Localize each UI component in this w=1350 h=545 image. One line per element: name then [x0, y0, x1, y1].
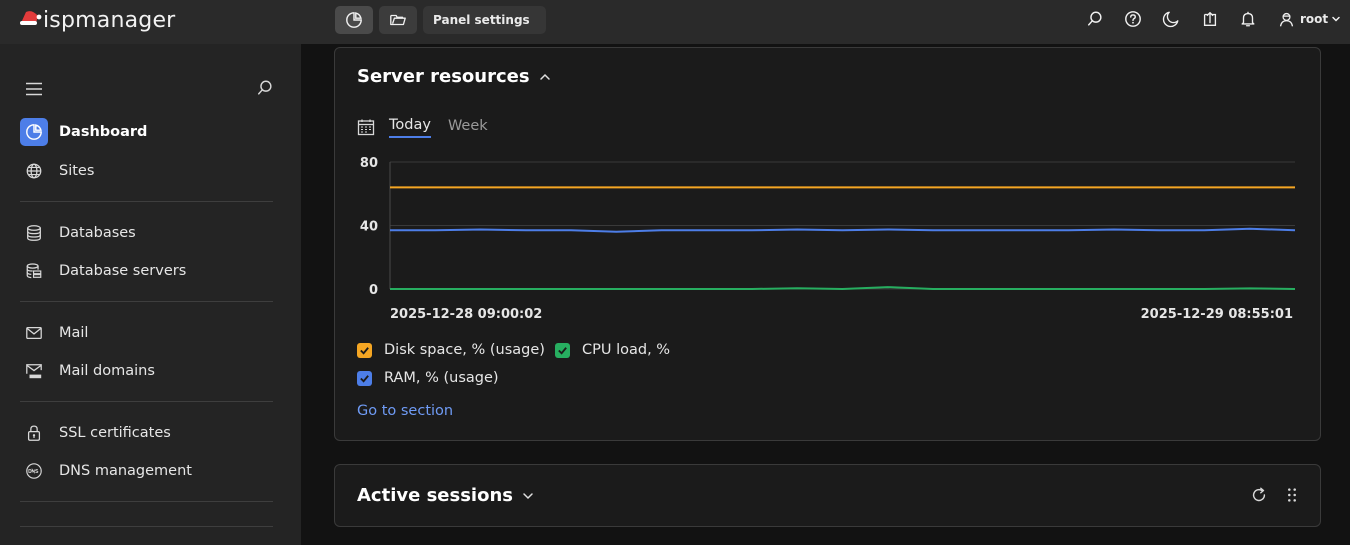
dns-icon [20, 457, 48, 485]
globe-icon [20, 157, 48, 185]
ram-checkbox[interactable] [357, 370, 372, 386]
sidebar-item-label: Sites [59, 163, 95, 179]
resources-chart: 80 40 0 2025-12-28 09:00:02 2025-12-29 08:55… [360, 156, 1296, 322]
help-icon[interactable] [1123, 9, 1143, 29]
sidebar-item-dashboard[interactable]: Dashboard [20, 118, 147, 146]
user-name: root [1300, 12, 1329, 26]
chevron-down-icon [523, 492, 533, 499]
sidebar-divider [20, 401, 273, 402]
server-resources-card: Server resources Today Week 80 40 0 2025-12… [334, 47, 1321, 441]
cpu-load-checkbox[interactable] [555, 342, 570, 358]
y-tick-label: 0 [369, 283, 378, 298]
y-tick-label: 80 [360, 156, 378, 171]
sidebar-search-icon[interactable] [256, 79, 274, 97]
menu-icon[interactable] [25, 80, 43, 98]
series-line-1 [390, 286, 1296, 290]
user-menu[interactable]: root [1278, 9, 1341, 29]
legend-label: RAM, % (usage) [384, 370, 499, 386]
series-line-2 [390, 227, 1296, 233]
sidebar-item-ssl-certificates[interactable]: SSL certificates [20, 419, 171, 447]
sidebar: Dashboard Sites Databases Database serve… [0, 44, 301, 545]
drag-handle-icon[interactable] [1282, 485, 1302, 505]
sidebar-divider [20, 501, 273, 502]
legend-label: Disk space, % (usage) [384, 342, 545, 358]
disk-space-checkbox[interactable] [357, 342, 372, 358]
sidebar-divider [20, 526, 273, 527]
panel-settings-button[interactable]: Panel settings [423, 6, 546, 34]
sidebar-item-label: Mail [59, 325, 89, 341]
active-sessions-card: Active sessions [334, 464, 1321, 527]
check-icon [360, 374, 369, 383]
check-icon [360, 346, 369, 355]
x-tick-label: 2025-12-29 08:55:01 [1141, 307, 1293, 322]
sidebar-item-mail[interactable]: Mail [20, 319, 88, 347]
legend-cpu-load[interactable]: CPU load, % [555, 342, 670, 358]
logo-text: ispmanager [43, 7, 176, 33]
active-sessions-title: Active sessions [357, 485, 513, 506]
sidebar-item-label: DNS management [59, 463, 192, 479]
legend-ram[interactable]: RAM, % (usage) [357, 370, 499, 386]
lock-icon [20, 419, 48, 447]
santa-hat-icon [18, 8, 42, 32]
refresh-icon[interactable] [1249, 485, 1269, 505]
sidebar-item-label: Dashboard [59, 124, 148, 140]
sidebar-item-databases[interactable]: Databases [20, 219, 136, 247]
go-to-section-link[interactable]: Go to section [357, 403, 453, 419]
dashboard-icon [20, 118, 48, 146]
sidebar-item-label: Database servers [59, 263, 187, 279]
mail-icon [20, 319, 48, 347]
top-bar: ispmanager Panel settings root [0, 0, 1350, 44]
x-tick-label: 2025-12-28 09:00:02 [390, 307, 542, 322]
active-sessions-header[interactable]: Active sessions [357, 485, 534, 506]
legend-label: CPU load, % [582, 342, 671, 358]
dashboard-view-button[interactable] [335, 6, 373, 34]
sidebar-item-label: Mail domains [59, 363, 155, 379]
sidebar-item-sites[interactable]: Sites [20, 157, 94, 185]
sidebar-item-dns-management[interactable]: DNS management [20, 457, 192, 485]
file-manager-button[interactable] [379, 6, 417, 34]
sidebar-item-label: SSL certificates [59, 425, 171, 441]
check-icon [558, 346, 567, 355]
legend-disk-space[interactable]: Disk space, % (usage) [357, 342, 545, 358]
user-icon [1279, 12, 1294, 26]
sidebar-divider [20, 201, 273, 202]
folder-icon [390, 14, 406, 26]
moon-icon[interactable] [1161, 9, 1181, 29]
sidebar-item-label: Databases [59, 225, 136, 241]
sidebar-item-mail-domains[interactable]: Mail domains [20, 357, 155, 385]
database-icon [20, 219, 48, 247]
search-icon[interactable] [1085, 9, 1105, 29]
upload-icon[interactable] [1200, 9, 1220, 29]
chevron-down-icon [1332, 16, 1340, 22]
sidebar-divider [20, 301, 273, 302]
y-tick-label: 40 [360, 220, 378, 235]
database-server-icon [20, 257, 48, 285]
pie-chart-icon [346, 12, 362, 28]
bell-icon[interactable] [1238, 9, 1258, 29]
logo[interactable]: ispmanager [18, 6, 175, 34]
mail-domain-icon [20, 357, 48, 385]
sidebar-item-database-servers[interactable]: Database servers [20, 257, 186, 285]
